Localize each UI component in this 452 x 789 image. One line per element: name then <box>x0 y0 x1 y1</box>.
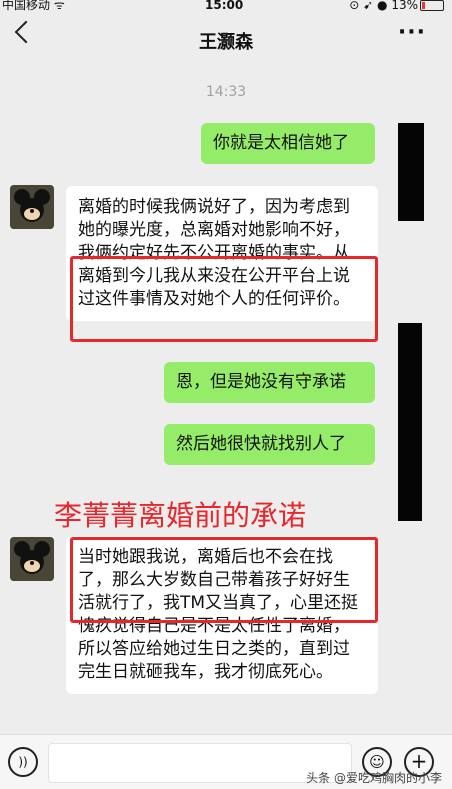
outgoing-message[interactable]: 你就是太相信她了 <box>201 123 375 164</box>
message-text: 恩，但是她没有守承诺 <box>176 372 346 392</box>
status-time: 15:00 <box>205 0 244 12</box>
contact-avatar[interactable] <box>10 537 54 581</box>
outgoing-message[interactable]: 恩，但是她没有守承诺 <box>164 362 375 403</box>
incoming-message[interactable]: 当时她跟我说，离婚后也不会在找了，那么大岁数自己带着孩子好好生活就行了，我TM又… <box>66 536 378 694</box>
mickey-icon <box>10 185 54 229</box>
battery-indicator: ⊙ ➹ ● 13% <box>349 0 444 11</box>
status-bar: 中国移动 ᯤ 15:00 ⊙ ➹ ● 13% <box>0 0 452 12</box>
redacted-avatar <box>398 123 424 221</box>
battery-icon <box>420 0 444 11</box>
message-text: 你就是太相信她了 <box>213 133 349 153</box>
contact-avatar[interactable] <box>10 185 54 229</box>
redacted-avatar <box>398 323 422 521</box>
incoming-message[interactable]: 离婚的时候我俩说好了，因为考虑到她的曝光度，总离婚对她影响不好，我俩约定好先不公… <box>66 186 378 321</box>
annotation-caption: 李菁菁离婚前的承诺 <box>54 499 307 532</box>
watermark: 头条 @爱吃鸡胸肉的小李 <box>306 771 442 785</box>
carrier-label: 中国移动 ᯤ <box>2 0 65 12</box>
mickey-icon <box>10 537 54 581</box>
message-text: 离婚的时候我俩说好了，因为考虑到她的曝光度，总离婚对她影响不好，我俩约定好先不公… <box>78 197 350 309</box>
voice-icon[interactable]: )) <box>8 747 38 777</box>
chat-title: 王灏森 <box>199 32 253 53</box>
input-bar: )) ☺ + 头条 @爱吃鸡胸肉的小李 <box>0 734 452 789</box>
more-options-icon[interactable]: ··· <box>398 20 426 45</box>
message-text: 然后她很快就找别人了 <box>176 434 346 454</box>
chat-header: 王灏森 ··· <box>0 12 452 64</box>
message-timestamp: 14:33 <box>205 84 247 100</box>
message-text: 当时她跟我说，离婚后也不会在找了，那么大岁数自己带着孩子好好生活就行了，我TM又… <box>78 547 359 682</box>
outgoing-message[interactable]: 然后她很快就找别人了 <box>164 424 375 465</box>
